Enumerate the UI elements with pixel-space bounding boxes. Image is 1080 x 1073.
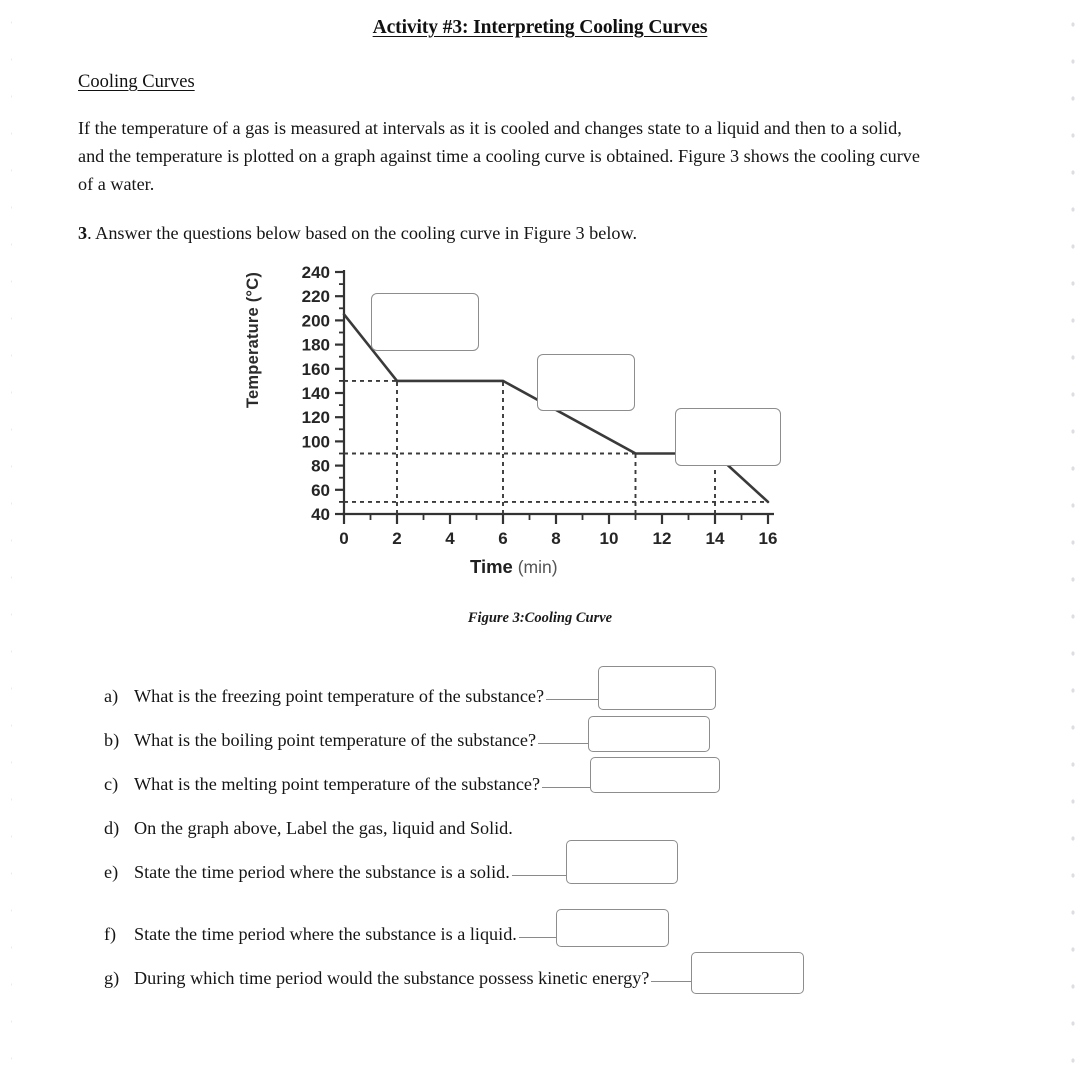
x-axis-title-bold: Time xyxy=(470,555,513,577)
answer-box[interactable] xyxy=(598,665,716,710)
y-axis-title: Temperature (°C) xyxy=(244,271,262,408)
x-tick-label: 6 xyxy=(498,529,507,548)
question-row: g) During which time period would the sub… xyxy=(104,951,1068,1000)
question-text: During which time period would the subst… xyxy=(134,967,650,988)
question-text: What is the boiling point temperature of… xyxy=(134,729,537,750)
question-text: What is the freezing point temperature o… xyxy=(134,685,545,706)
x-tick-label: 8 xyxy=(551,529,560,548)
question-row: a) What is the freezing point temperature… xyxy=(104,665,1068,718)
y-tick-label: 160 xyxy=(302,359,330,378)
x-tick-label: 2 xyxy=(392,529,401,548)
question-text: State the time period where the substanc… xyxy=(134,923,517,944)
section-heading-text: Cooling Curves xyxy=(78,72,195,92)
cooling-curve-chart: Temperature (°C) 40 60 80 100 120 140 160 180 20… xyxy=(244,258,888,588)
question-row: b) What is the boiling point temperature … xyxy=(104,715,1068,762)
question-row: e) State the time period where the substa… xyxy=(104,839,1068,894)
question-marker: f) xyxy=(104,923,117,944)
x-axis-title-unit: (min) xyxy=(517,556,558,577)
questions-list: a) What is the freezing point temperature… xyxy=(12,665,1068,1000)
question-marker: g) xyxy=(104,967,120,988)
callout-box-3[interactable] xyxy=(675,408,782,467)
y-tick-label: 180 xyxy=(302,335,330,354)
x-tick-label: 4 xyxy=(445,529,455,548)
question-lead-number: 3 xyxy=(78,222,88,243)
answer-box[interactable] xyxy=(566,839,678,884)
intro-paragraph: If the temperature of a gas is measured … xyxy=(78,118,920,194)
left-dot-margin xyxy=(0,0,12,1073)
x-tick-label: 12 xyxy=(653,529,672,548)
figure-caption: Figure 3:Cooling Curve xyxy=(467,609,613,626)
y-tick-label: 240 xyxy=(302,263,330,282)
page-title-text: Activity #3: Interpreting Cooling Curves xyxy=(372,17,708,38)
question-row: f) State the time period where the substa… xyxy=(104,908,1068,956)
y-tick-label: 60 xyxy=(311,480,330,499)
y-tick-label: 40 xyxy=(311,505,330,524)
question-lead-text: . Answer the questions below based on th… xyxy=(87,222,637,243)
y-tick-label: 200 xyxy=(302,311,330,330)
x-tick-label: 16 xyxy=(759,529,778,548)
x-tick-label: 10 xyxy=(600,529,619,548)
y-tick-label: 80 xyxy=(311,456,330,475)
y-tick-label: 220 xyxy=(302,287,330,306)
question-marker: b) xyxy=(104,729,120,750)
y-tick-label: 140 xyxy=(302,384,330,403)
question-marker: e) xyxy=(104,861,119,882)
page-title: Activity #3: Interpreting Cooling Curves xyxy=(12,0,1068,39)
callout-box-1[interactable] xyxy=(370,293,480,352)
answer-box[interactable] xyxy=(691,951,804,994)
question-marker: c) xyxy=(104,773,119,794)
question-row: c) What is the melting point temperature … xyxy=(104,756,1068,806)
answer-box[interactable] xyxy=(590,756,720,793)
x-tick-label: 0 xyxy=(339,529,348,548)
y-tick-label: 100 xyxy=(302,432,330,451)
callout-box-2[interactable] xyxy=(537,353,636,411)
question-text: On the graph above, Label the gas, liqui… xyxy=(134,817,513,838)
figure-block: Temperature (°C) 40 60 80 100 120 140 160 180 20… xyxy=(12,258,1068,648)
question-lead: 3. Answer the questions below based on t… xyxy=(78,223,1068,244)
question-text: State the time period where the substanc… xyxy=(134,861,510,882)
y-tick-label: 120 xyxy=(302,408,330,427)
question-text: What is the melting point temperature of… xyxy=(134,773,541,794)
x-axis-title: Time (min) xyxy=(470,556,558,578)
document-page: Activity #3: Interpreting Cooling Curves… xyxy=(12,0,1068,1073)
answer-box[interactable] xyxy=(556,908,669,947)
x-tick-label: 14 xyxy=(706,529,725,548)
answer-box[interactable] xyxy=(588,715,710,752)
question-marker: d) xyxy=(104,817,120,838)
section-heading: Cooling Curves xyxy=(78,72,1068,93)
question-marker: a) xyxy=(104,685,119,706)
